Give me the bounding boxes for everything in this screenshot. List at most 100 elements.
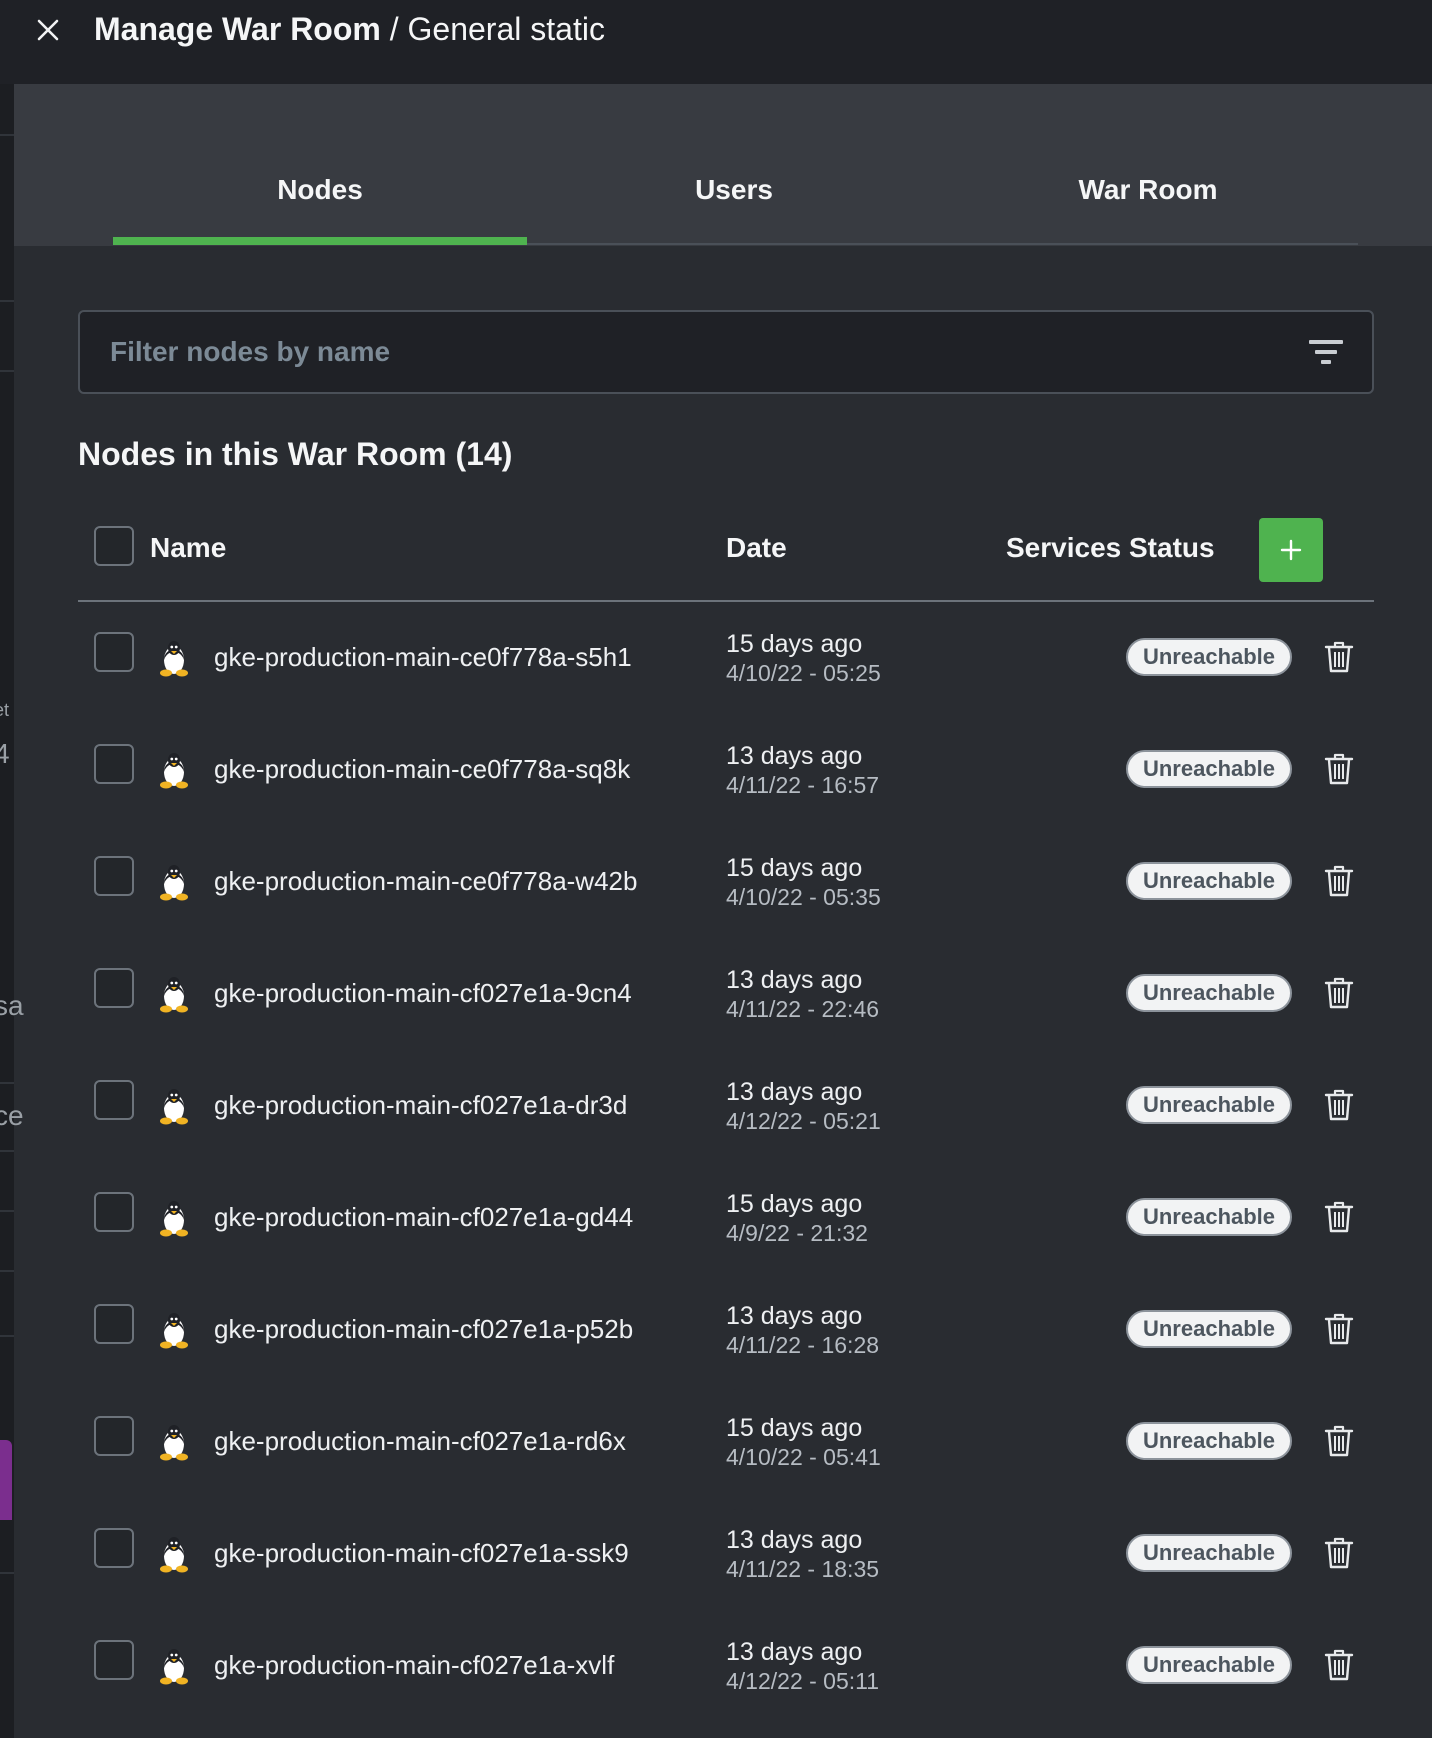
trash-icon[interactable] (1324, 1536, 1354, 1570)
linux-icon (160, 753, 188, 789)
tab-nodes[interactable]: Nodes (113, 174, 527, 238)
node-name[interactable]: gke-production-main-ce0f778a-sq8k (214, 754, 630, 785)
background-chart-fragment (0, 1440, 12, 1520)
row-checkbox[interactable] (94, 744, 134, 784)
divider (0, 1210, 14, 1212)
row-checkbox[interactable] (94, 1080, 134, 1120)
trash-icon[interactable] (1324, 640, 1354, 674)
linux-icon (160, 1313, 188, 1349)
status-badge: Unreachable (1126, 1422, 1292, 1460)
tab-users[interactable]: Users (527, 174, 941, 238)
filter-field[interactable] (78, 310, 1374, 394)
status-badge: Unreachable (1126, 1086, 1292, 1124)
table-row: gke-production-main-cf027e1a-p52b 13 day… (78, 1274, 1374, 1386)
status-badge: Unreachable (1126, 974, 1292, 1012)
node-name[interactable]: gke-production-main-cf027e1a-ssk9 (214, 1538, 629, 1569)
divider (0, 1270, 14, 1272)
status-badge: Unreachable (1126, 1646, 1292, 1684)
close-icon (37, 19, 59, 41)
node-name[interactable]: gke-production-main-ce0f778a-s5h1 (214, 642, 632, 673)
row-checkbox[interactable] (94, 1416, 134, 1456)
date-absolute: 4/10/22 - 05:25 (726, 660, 881, 686)
linux-icon (160, 977, 188, 1013)
table-row: gke-production-main-cf027e1a-9cn4 13 day… (78, 938, 1374, 1050)
background-page-strip: et 4 sa ce (0, 0, 24, 1738)
date-absolute: 4/12/22 - 05:21 (726, 1108, 881, 1134)
status-badge: Unreachable (1126, 862, 1292, 900)
status-badge: Unreachable (1126, 1534, 1292, 1572)
table-row: gke-production-main-cf027e1a-xvlf 13 day… (78, 1610, 1374, 1722)
date-absolute: 4/11/22 - 18:35 (726, 1556, 880, 1582)
background-text: ce (0, 1100, 24, 1131)
trash-icon[interactable] (1324, 976, 1354, 1010)
row-checkbox[interactable] (94, 856, 134, 896)
date-relative: 15 days ago (726, 630, 863, 658)
table-row: gke-production-main-cf027e1a-dr3d 13 day… (78, 1050, 1374, 1162)
row-checkbox[interactable] (94, 968, 134, 1008)
trash-icon[interactable] (1324, 1312, 1354, 1346)
column-header-name[interactable]: Name (150, 532, 226, 564)
title-room-name: / General static (380, 11, 605, 47)
linux-icon (160, 1649, 188, 1685)
divider (0, 134, 14, 136)
close-button[interactable] (30, 12, 66, 48)
date-absolute: 4/10/22 - 05:41 (726, 1444, 881, 1470)
date-relative: 13 days ago (726, 1638, 863, 1666)
node-name[interactable]: gke-production-main-cf027e1a-9cn4 (214, 978, 632, 1009)
divider (0, 1572, 14, 1574)
table-row: gke-production-main-cf027e1a-gd44 15 day… (78, 1162, 1374, 1274)
linux-icon (160, 1201, 188, 1237)
table-row: gke-production-main-ce0f778a-s5h1 15 day… (78, 602, 1374, 714)
row-checkbox[interactable] (94, 632, 134, 672)
node-name[interactable]: gke-production-main-cf027e1a-xvlf (214, 1650, 614, 1681)
modal-title: Manage War Room / General static (94, 8, 605, 50)
title-manage-war-room: Manage War Room (94, 11, 381, 47)
tab-bar: Nodes Users War Room (14, 84, 1432, 246)
tab-war-room[interactable]: War Room (941, 174, 1355, 238)
background-text: sa (0, 990, 24, 1021)
table-row: gke-production-main-ce0f778a-sq8k 13 day… (78, 714, 1374, 826)
date-relative: 13 days ago (726, 966, 863, 994)
date-absolute: 4/11/22 - 16:57 (726, 772, 880, 798)
filter-nodes-input[interactable] (110, 312, 1260, 392)
node-name[interactable]: gke-production-main-cf027e1a-rd6x (214, 1426, 626, 1457)
trash-icon[interactable] (1324, 864, 1354, 898)
status-badge: Unreachable (1126, 1198, 1292, 1236)
add-node-button[interactable] (1259, 518, 1323, 582)
date-relative: 13 days ago (726, 1078, 863, 1106)
linux-icon (160, 641, 188, 677)
trash-icon[interactable] (1324, 1648, 1354, 1682)
trash-icon[interactable] (1324, 1200, 1354, 1234)
select-all-checkbox[interactable] (94, 526, 134, 566)
trash-icon[interactable] (1324, 752, 1354, 786)
row-checkbox[interactable] (94, 1192, 134, 1232)
node-name[interactable]: gke-production-main-ce0f778a-w42b (214, 866, 637, 897)
date-relative: 13 days ago (726, 1526, 863, 1554)
trash-icon[interactable] (1324, 1424, 1354, 1458)
divider (0, 370, 14, 372)
table-row: gke-production-main-cf027e1a-ssk9 13 day… (78, 1498, 1374, 1610)
column-header-date[interactable]: Date (726, 532, 787, 564)
date-absolute: 4/10/22 - 05:35 (726, 884, 881, 910)
nodes-table-body: gke-production-main-ce0f778a-s5h1 15 day… (78, 602, 1374, 1722)
plus-icon (1280, 539, 1302, 561)
modal-header: Manage War Room / General static (0, 0, 1432, 84)
divider (0, 300, 14, 302)
linux-icon (160, 1537, 188, 1573)
row-checkbox[interactable] (94, 1640, 134, 1680)
row-checkbox[interactable] (94, 1528, 134, 1568)
row-checkbox[interactable] (94, 1304, 134, 1344)
column-header-services-status[interactable]: Services Status (1006, 532, 1215, 564)
background-text: et (0, 700, 10, 720)
table-header: Name Date Services Status (78, 516, 1374, 602)
node-name[interactable]: gke-production-main-cf027e1a-p52b (214, 1314, 633, 1345)
nodes-section-title: Nodes in this War Room (14) (78, 436, 513, 472)
trash-icon[interactable] (1324, 1088, 1354, 1122)
linux-icon (160, 1089, 188, 1125)
node-name[interactable]: gke-production-main-cf027e1a-dr3d (214, 1090, 627, 1121)
status-badge: Unreachable (1126, 638, 1292, 676)
linux-icon (160, 865, 188, 901)
filter-icon[interactable] (1308, 338, 1344, 366)
date-relative: 13 days ago (726, 742, 863, 770)
node-name[interactable]: gke-production-main-cf027e1a-gd44 (214, 1202, 633, 1233)
